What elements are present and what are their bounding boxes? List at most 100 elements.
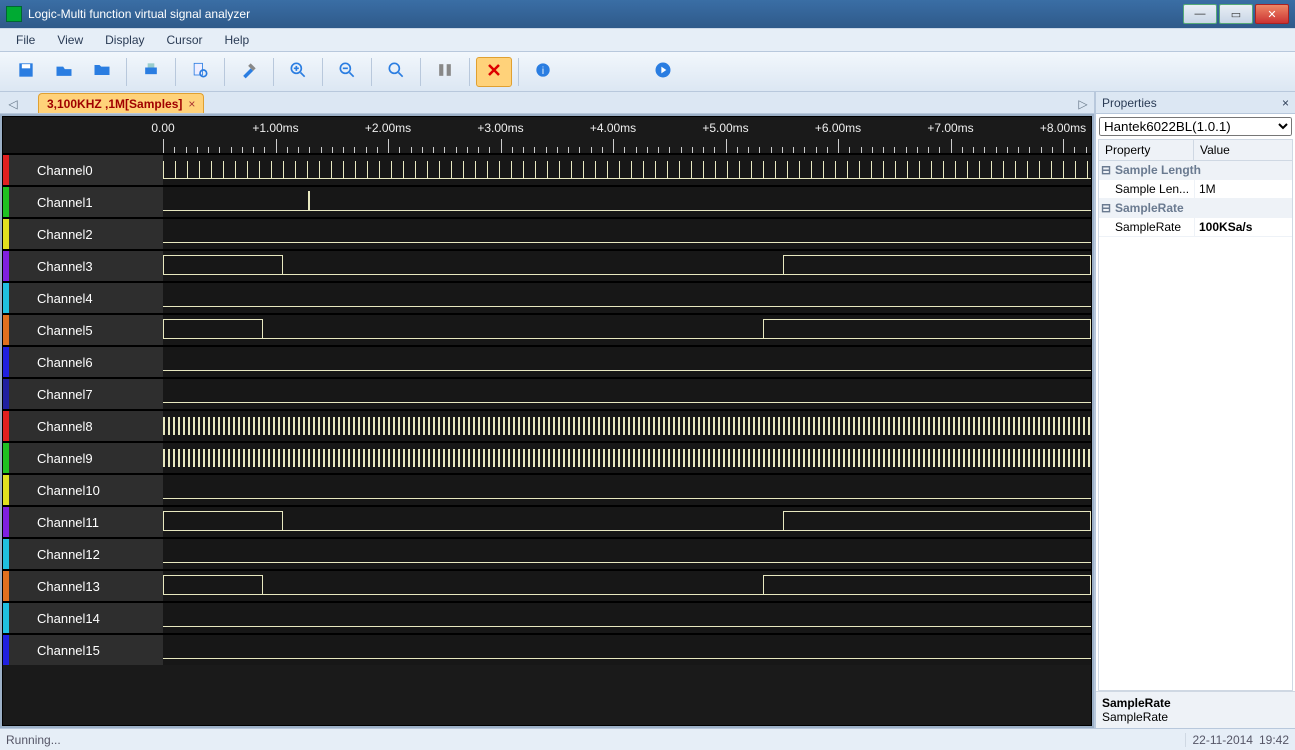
open-button[interactable] [46, 57, 82, 87]
time-ruler[interactable]: 0.00+1.00ms+2.00ms+3.00ms+4.00ms+5.00ms+… [163, 117, 1091, 153]
channel-signal[interactable] [163, 635, 1091, 665]
device-select[interactable]: Hantek6022BL(1.0.1) [1099, 117, 1292, 136]
channel-label[interactable]: Channel12 [9, 539, 163, 569]
channel-row[interactable]: Channel7 [3, 377, 1091, 409]
status-date: 22-11-2014 [1185, 733, 1253, 747]
propgroup-samplerate[interactable]: ⊟ SampleRate [1099, 199, 1292, 218]
channel-row[interactable]: Channel5 [3, 313, 1091, 345]
channel-row[interactable]: Channel13 [3, 569, 1091, 601]
property-grid: Property Value ⊟ Sample Length Sample Le… [1098, 139, 1293, 691]
menu-view[interactable]: View [53, 31, 87, 49]
print-button[interactable] [133, 57, 169, 87]
channel-row[interactable]: Channel8 [3, 409, 1091, 441]
channel-signal[interactable] [163, 251, 1091, 281]
channel-row[interactable]: Channel11 [3, 505, 1091, 537]
menu-cursor[interactable]: Cursor [163, 31, 207, 49]
channel-row[interactable]: Channel2 [3, 217, 1091, 249]
tools-button[interactable] [231, 57, 267, 87]
channel-signal[interactable] [163, 187, 1091, 217]
channel-signal[interactable] [163, 603, 1091, 633]
channel-signal[interactable] [163, 475, 1091, 505]
channel-signal[interactable] [163, 379, 1091, 409]
app-icon [6, 6, 22, 22]
channel-label[interactable]: Channel13 [9, 571, 163, 601]
channel-signal[interactable] [163, 571, 1091, 601]
time-tick: +2.00ms [365, 121, 411, 135]
menu-file[interactable]: File [12, 31, 39, 49]
channel-label[interactable]: Channel15 [9, 635, 163, 665]
channel-signal[interactable] [163, 411, 1091, 441]
time-tick: +6.00ms [815, 121, 861, 135]
channel-label[interactable]: Channel4 [9, 283, 163, 313]
folder-icon [92, 60, 112, 83]
channel-row[interactable]: Channel12 [3, 537, 1091, 569]
channel-row[interactable]: Channel6 [3, 345, 1091, 377]
minimize-button[interactable]: — [1183, 4, 1217, 24]
channel-row[interactable]: Channel15 [3, 633, 1091, 665]
menu-help[interactable]: Help [221, 31, 254, 49]
proprow-samplerate[interactable]: SampleRate 100KSa/s [1099, 218, 1292, 237]
channel-signal[interactable] [163, 443, 1091, 473]
time-tick: +1.00ms [252, 121, 298, 135]
channel-label[interactable]: Channel1 [9, 187, 163, 217]
channel-signal[interactable] [163, 283, 1091, 313]
status-time: 19:42 [1259, 733, 1289, 747]
channel-row[interactable]: Channel1 [3, 185, 1091, 217]
channel-label[interactable]: Channel11 [9, 507, 163, 537]
channel-row[interactable]: Channel3 [3, 249, 1091, 281]
channel-label[interactable]: Channel3 [9, 251, 163, 281]
propgrid-header-value: Value [1194, 140, 1236, 160]
maximize-button[interactable]: ▭ [1219, 4, 1253, 24]
channel-row[interactable]: Channel9 [3, 441, 1091, 473]
marker-button[interactable] [427, 57, 463, 87]
collapse-icon[interactable]: ⊟ [1099, 201, 1113, 215]
channel-rows: Channel0Channel1Channel2Channel3Channel4… [3, 153, 1091, 725]
propgroup-sample-length[interactable]: ⊟ Sample Length [1099, 161, 1292, 180]
zoom-fit-button[interactable] [378, 57, 414, 87]
channel-label[interactable]: Channel10 [9, 475, 163, 505]
channel-row[interactable]: Channel4 [3, 281, 1091, 313]
menubar: File View Display Cursor Help [0, 28, 1295, 52]
channel-row[interactable]: Channel14 [3, 601, 1091, 633]
channel-row[interactable]: Channel0 [3, 153, 1091, 185]
channel-label[interactable]: Channel0 [9, 155, 163, 185]
channel-signal[interactable] [163, 219, 1091, 249]
menu-display[interactable]: Display [101, 31, 148, 49]
clear-button[interactable] [476, 57, 512, 87]
svg-text:i: i [542, 66, 544, 77]
proprow-sample-length[interactable]: Sample Len... 1M [1099, 180, 1292, 199]
channel-signal[interactable] [163, 507, 1091, 537]
channel-label[interactable]: Channel2 [9, 219, 163, 249]
properties-close-icon[interactable]: × [1282, 96, 1289, 110]
zoom-in-button[interactable] [280, 57, 316, 87]
print-preview-button[interactable] [182, 57, 218, 87]
tab-capture[interactable]: 3,100KHZ ,1M[Samples] × [38, 93, 204, 113]
folder-button[interactable] [84, 57, 120, 87]
close-button[interactable]: ✕ [1255, 4, 1289, 24]
channel-label[interactable]: Channel9 [9, 443, 163, 473]
play-button[interactable] [645, 57, 681, 87]
channel-label[interactable]: Channel7 [9, 379, 163, 409]
tab-scroll-left[interactable]: ◁ [6, 95, 20, 113]
channel-signal[interactable] [163, 347, 1091, 377]
zoom-in-icon [288, 60, 308, 83]
channel-label[interactable]: Channel8 [9, 411, 163, 441]
zoom-out-button[interactable] [329, 57, 365, 87]
channel-label[interactable]: Channel6 [9, 347, 163, 377]
time-tick: +8.00ms [1040, 121, 1086, 135]
time-tick: +4.00ms [590, 121, 636, 135]
help-button[interactable]: i [525, 57, 561, 87]
channel-signal[interactable] [163, 539, 1091, 569]
channel-row[interactable]: Channel10 [3, 473, 1091, 505]
collapse-icon[interactable]: ⊟ [1099, 163, 1113, 177]
save-button[interactable] [8, 57, 44, 87]
channel-label[interactable]: Channel14 [9, 603, 163, 633]
channel-signal[interactable] [163, 315, 1091, 345]
tab-close-icon[interactable]: × [188, 97, 195, 111]
window-titlebar: Logic-Multi function virtual signal anal… [0, 0, 1295, 28]
tab-scroll-right[interactable]: ▷ [1076, 95, 1090, 113]
tab-strip: ◁ 3,100KHZ ,1M[Samples] × ▷ [0, 92, 1094, 114]
save-icon [16, 60, 36, 83]
channel-label[interactable]: Channel5 [9, 315, 163, 345]
channel-signal[interactable] [163, 155, 1091, 185]
